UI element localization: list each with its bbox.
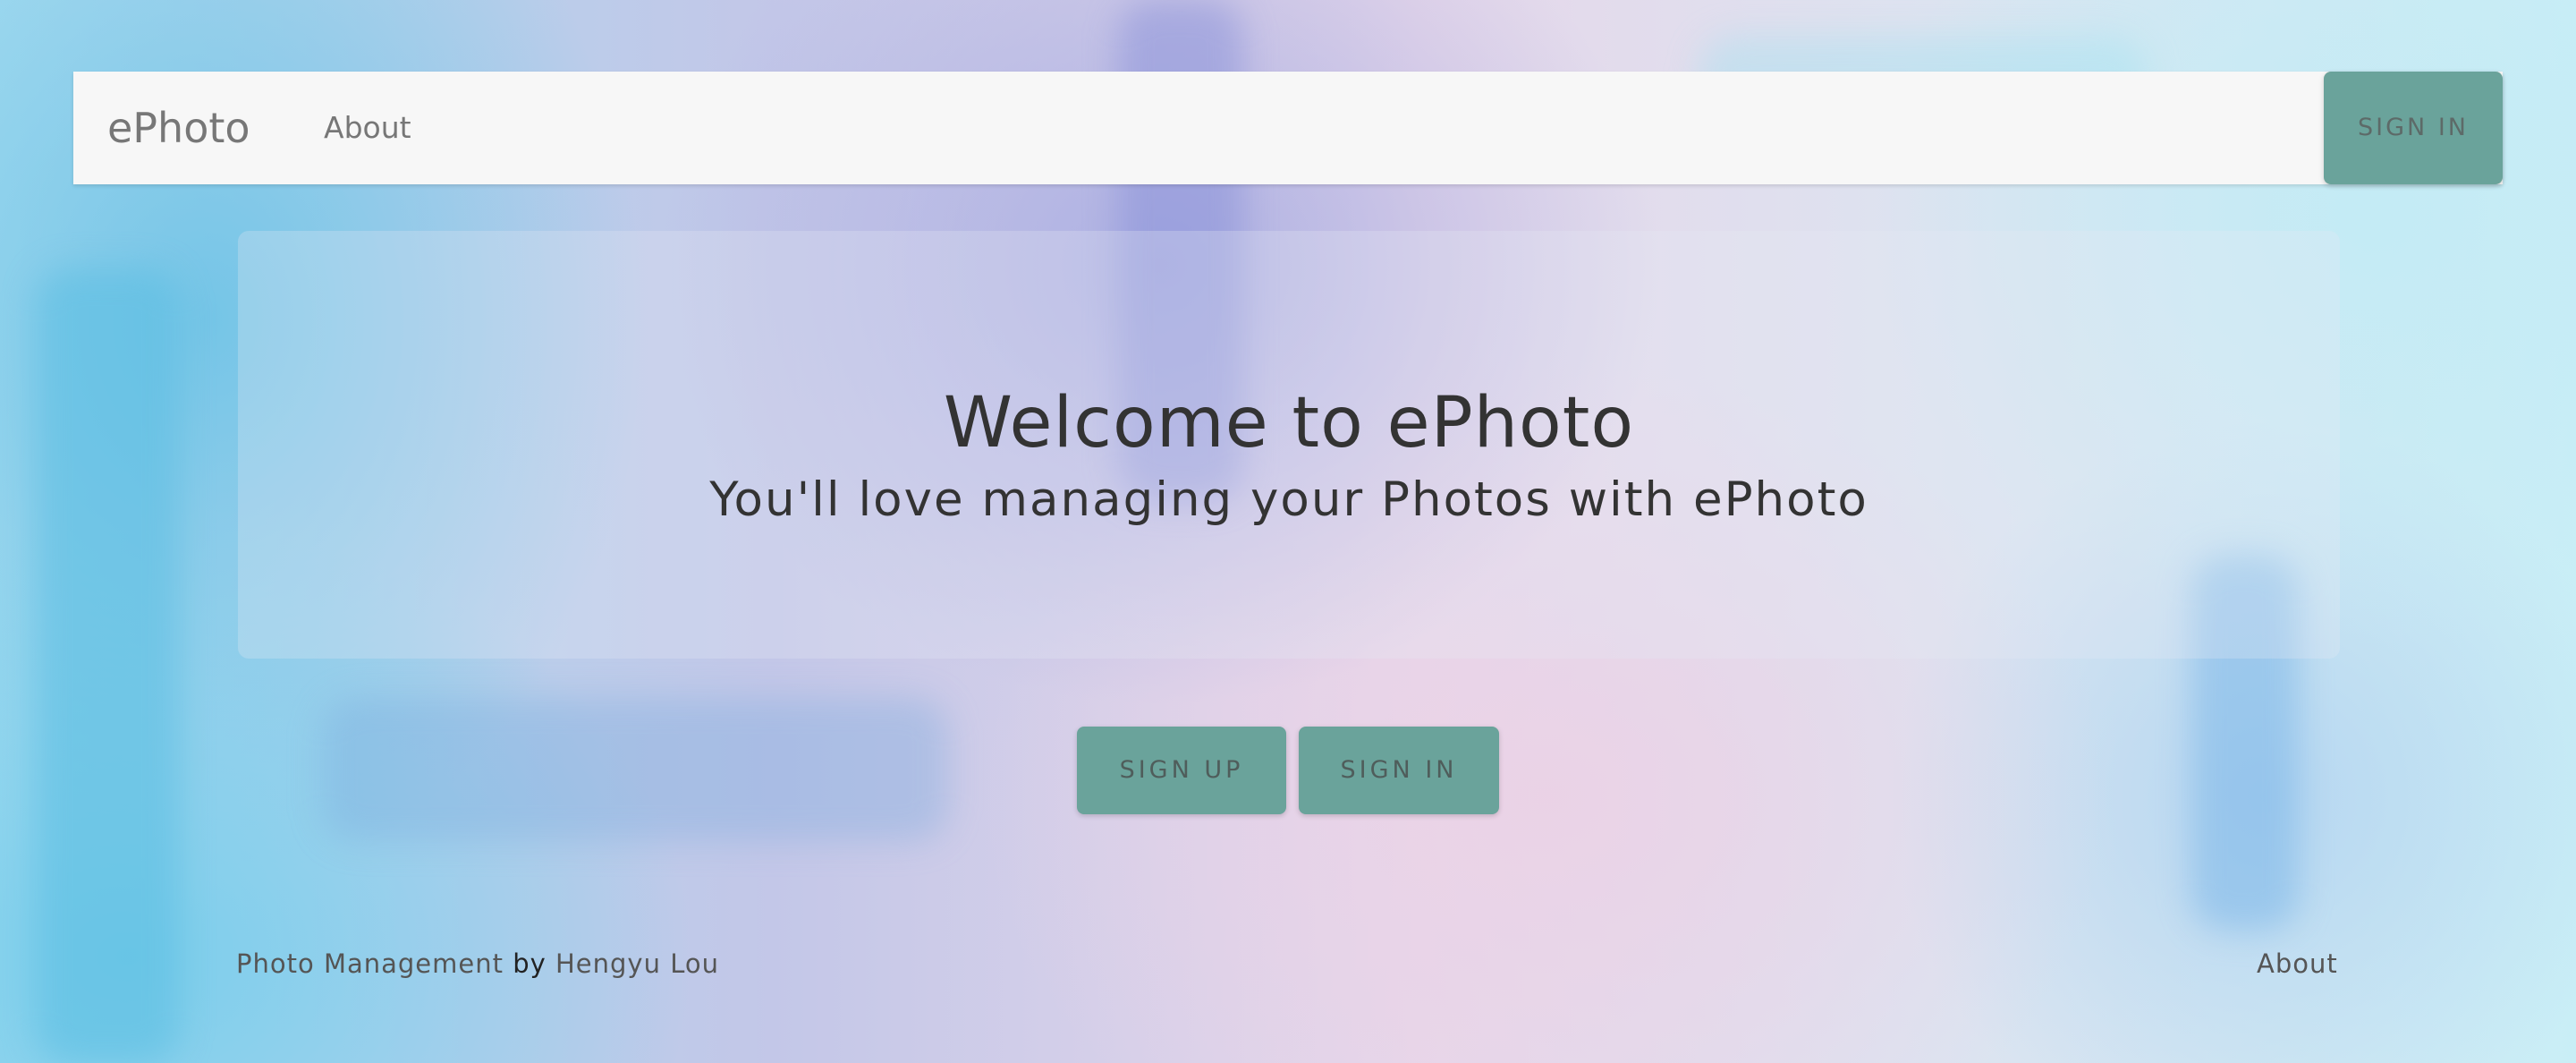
footer-author-link[interactable]: Hengyu Lou [555, 948, 719, 979]
hero-subtitle: You'll love managing your Photos with eP… [709, 472, 1868, 527]
background-stroke [36, 268, 179, 1063]
sign-up-button[interactable]: SIGN UP [1077, 727, 1286, 814]
footer-by-text: by [513, 948, 547, 979]
nav-link-about[interactable]: About [324, 72, 411, 184]
hero-title: Welcome to ePhoto [943, 383, 1635, 463]
footer-about-link[interactable]: About [2257, 948, 2338, 979]
hero-panel: Welcome to ePhoto You'll love managing y… [238, 231, 2340, 659]
navbar-sign-in-button[interactable]: SIGN IN [2324, 72, 2503, 184]
brand-logo[interactable]: ePhoto [107, 72, 250, 184]
footer-credits: Photo Management by Hengyu Lou [236, 948, 719, 979]
sign-in-button[interactable]: SIGN IN [1299, 727, 1499, 814]
background-stroke [322, 698, 948, 841]
footer-app-link[interactable]: Photo Management [236, 948, 504, 979]
top-navbar: ePhoto About [73, 72, 2503, 184]
